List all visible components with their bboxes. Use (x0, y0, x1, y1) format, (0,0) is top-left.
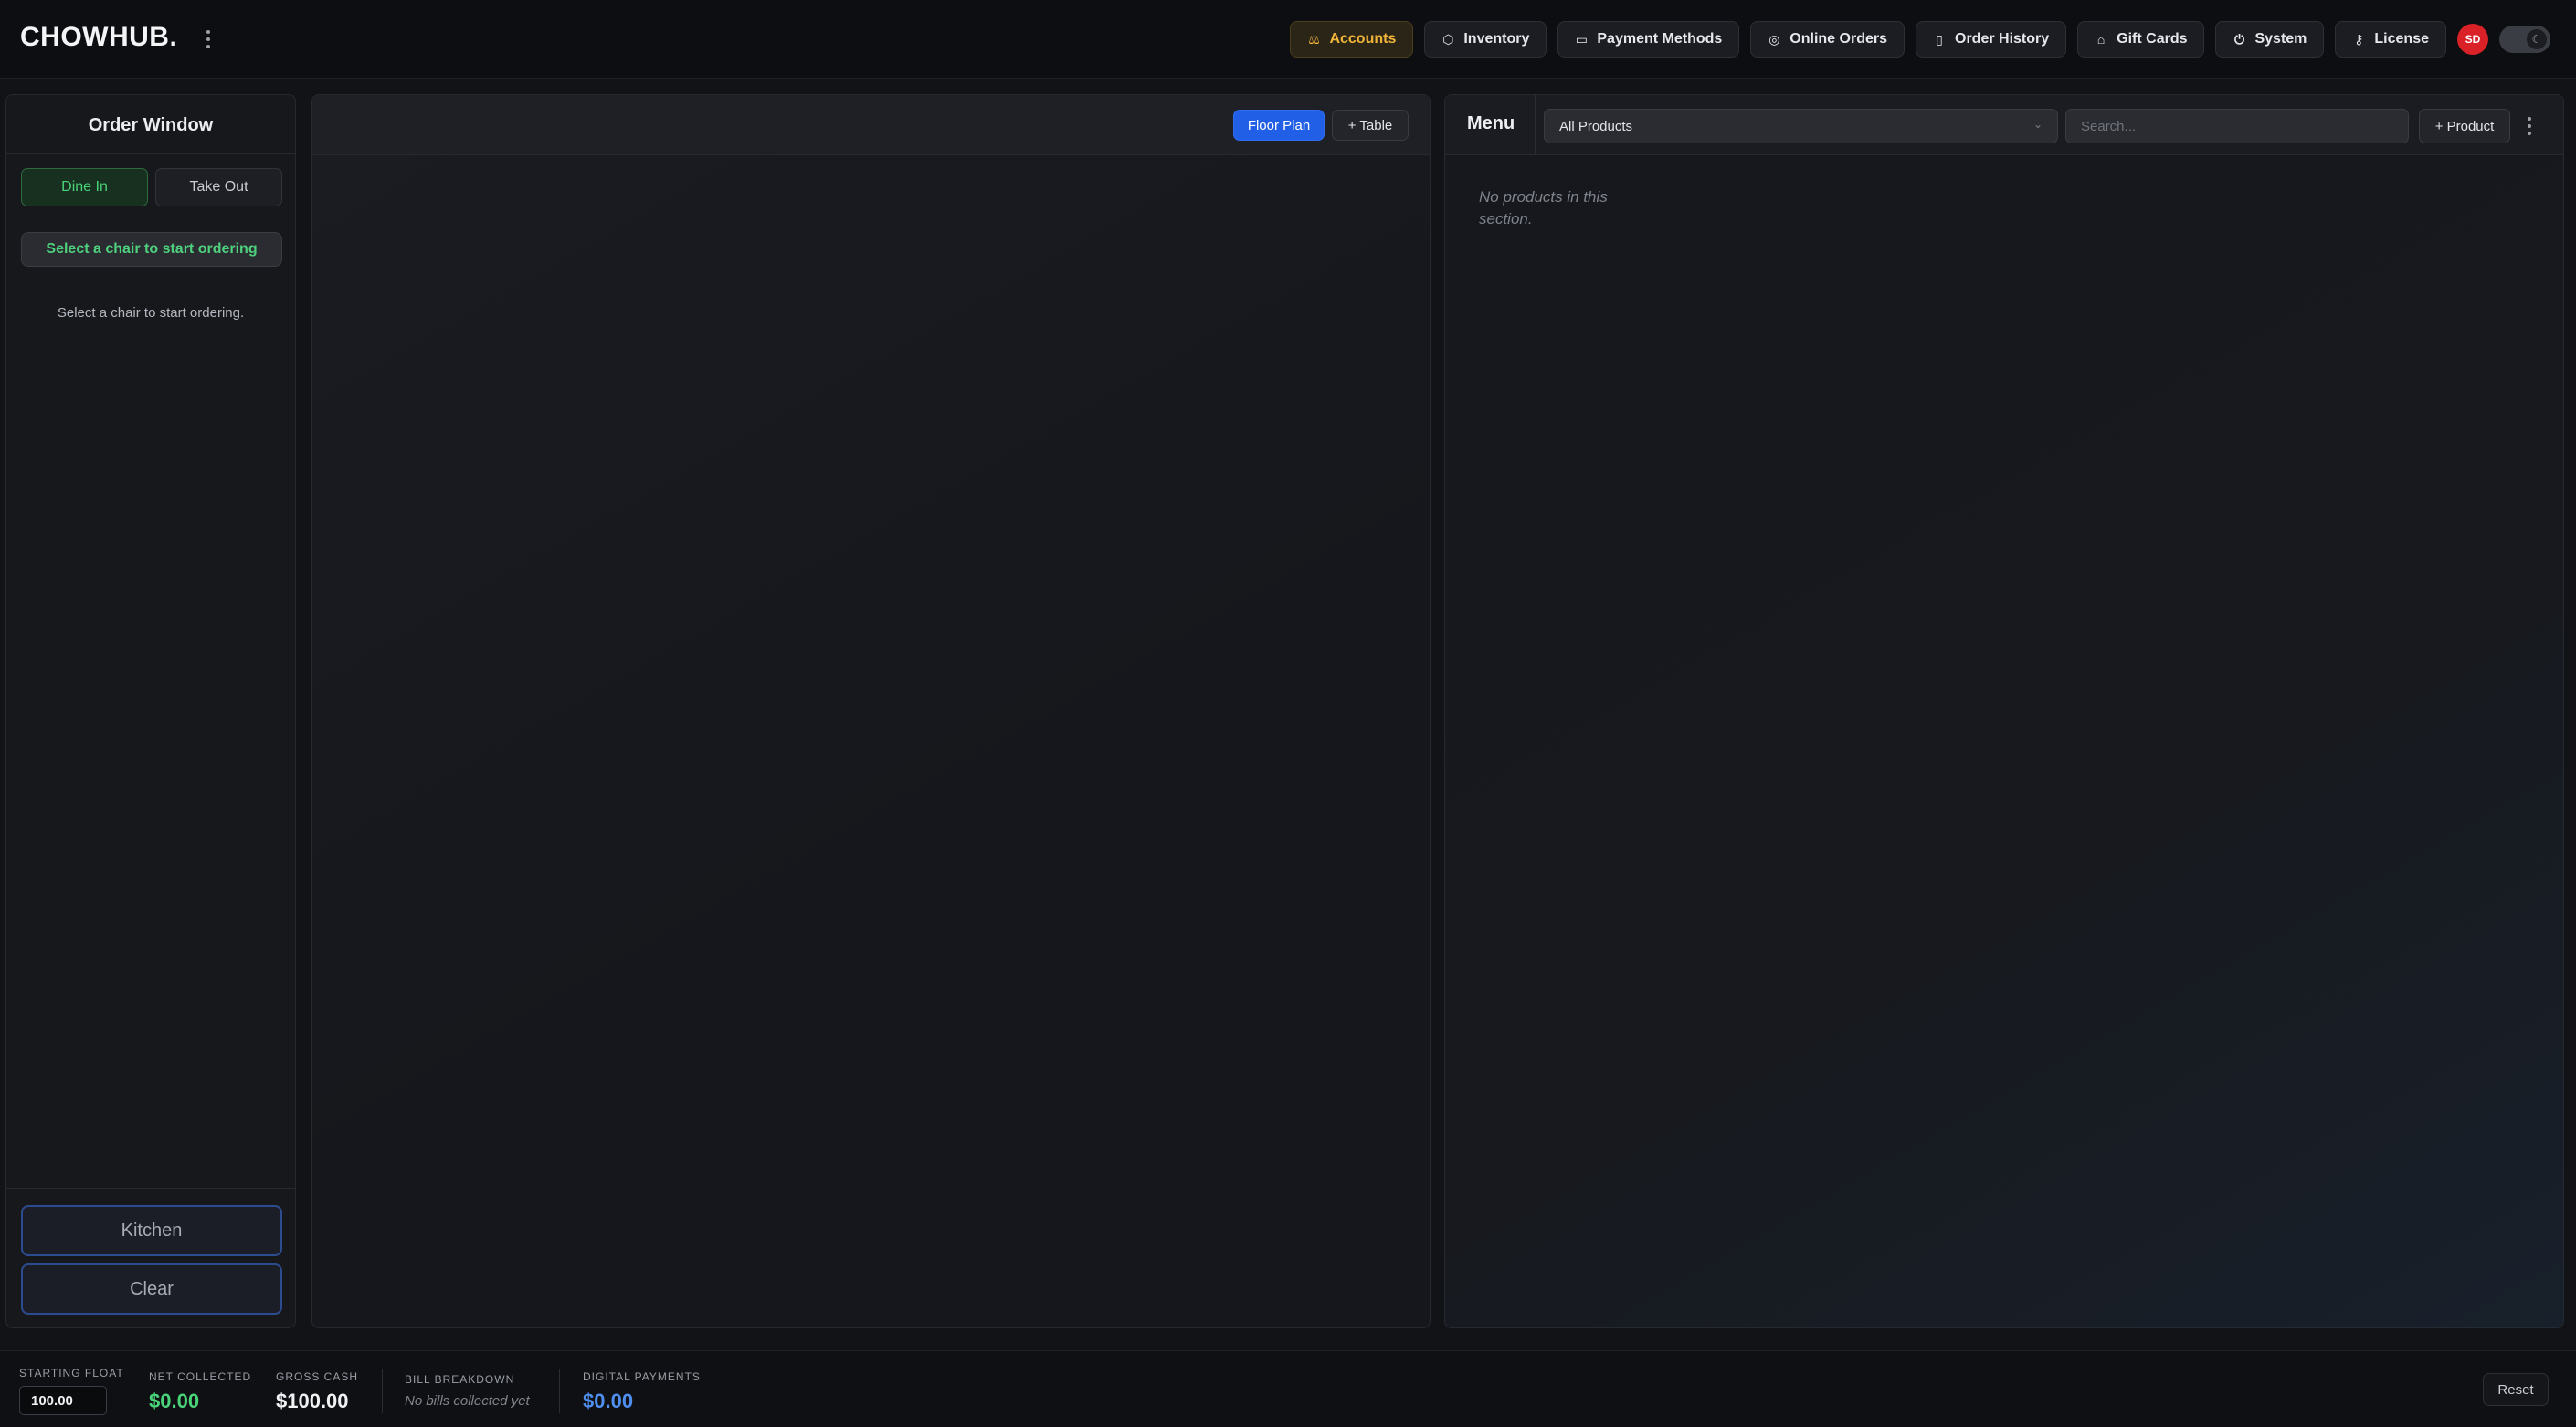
key-icon: ⚷ (2354, 31, 2364, 47)
divider (382, 1369, 383, 1413)
nav-label: Inventory (1463, 31, 1530, 47)
menu-title: Menu (1467, 113, 1515, 133)
take-out-button[interactable]: Take Out (155, 168, 282, 206)
app-menu-kebab-icon[interactable] (199, 27, 217, 51)
add-table-button[interactable]: + Table (1332, 110, 1409, 141)
nav-order-history-button[interactable]: ▯ Order History (1916, 21, 2067, 58)
top-bar: CHOWHUB. ⚖ Accounts ⬡ Inventory ▭ Paymen… (0, 0, 2576, 79)
gift-icon: ⌂ (2096, 32, 2106, 47)
cash-summary-footer: STARTING FLOAT NET COLLECTED $0.00 GROSS… (0, 1350, 2576, 1427)
product-search-input[interactable] (2065, 109, 2409, 143)
floor-plan-panel[interactable]: Floor Plan + Table (311, 94, 1431, 1328)
divider (1535, 95, 1536, 155)
category-select-value: All Products (1559, 118, 1633, 134)
nav-label: Order History (1955, 31, 2050, 47)
power-icon: ⏻ (2233, 31, 2245, 47)
nav-system-button[interactable]: ⏻ System (2215, 21, 2325, 58)
floor-plan-header: Floor Plan + Table (312, 95, 1430, 155)
reset-button[interactable]: Reset (2483, 1373, 2549, 1406)
nav-gift-cards-button[interactable]: ⌂ Gift Cards (2077, 21, 2205, 58)
digital-payments-value: $0.00 (583, 1390, 634, 1412)
nav-online-orders-button[interactable]: ◎ Online Orders (1750, 21, 1905, 58)
order-empty-message: Select a chair to start ordering. (57, 305, 245, 321)
box-icon: ⬡ (1442, 31, 1454, 47)
nav-label: License (2374, 31, 2429, 47)
no-products-message: No products in this section. (1479, 188, 1608, 227)
main-nav: ⚖ Accounts ⬡ Inventory ▭ Payment Methods… (1290, 21, 2550, 58)
menu-header: Menu All Products ⌄ + Product (1445, 95, 2563, 155)
theme-toggle[interactable]: ☾ (2499, 26, 2550, 53)
chevron-down-icon: ⌄ (2032, 118, 2043, 131)
gross-cash-value: $100.00 (276, 1390, 349, 1412)
gross-cash-label: GROSS CASH (276, 1370, 359, 1383)
accounts-icon: ⚖ (1308, 31, 1320, 47)
net-collected-value: $0.00 (149, 1390, 200, 1412)
starting-float-label: STARTING FLOAT (19, 1367, 124, 1379)
moon-icon: ☾ (2527, 29, 2547, 49)
divider (6, 153, 295, 154)
globe-icon: ◎ (1768, 31, 1780, 47)
nav-label: Payment Methods (1597, 31, 1723, 47)
dine-in-button[interactable]: Dine In (21, 168, 148, 206)
order-window-panel: Order Window Dine In Take Out Select a c… (5, 94, 296, 1328)
nav-accounts-button[interactable]: ⚖ Accounts (1290, 21, 1414, 58)
digital-payments-label: DIGITAL PAYMENTS (583, 1370, 701, 1383)
divider (6, 1188, 295, 1189)
add-product-button[interactable]: + Product (2419, 109, 2510, 143)
bill-breakdown-note: No bills collected yet (405, 1393, 530, 1409)
nav-label: Gift Cards (2117, 31, 2188, 47)
category-select[interactable]: All Products ⌄ (1544, 109, 2058, 143)
menu-panel: Menu All Products ⌄ + Product No product… (1444, 94, 2564, 1328)
nav-license-button[interactable]: ⚷ License (2335, 21, 2446, 58)
select-chair-banner: Select a chair to start ordering (21, 232, 282, 267)
divider (559, 1369, 560, 1413)
order-mode-toggle: Dine In Take Out (21, 168, 282, 206)
clipboard-icon: ▯ (1936, 31, 1943, 47)
card-icon: ▭ (1575, 31, 1588, 47)
kitchen-button[interactable]: Kitchen (21, 1205, 282, 1256)
order-window-title: Order Window (88, 115, 214, 135)
starting-float-input[interactable] (19, 1386, 107, 1415)
nav-label: Accounts (1329, 31, 1397, 47)
nav-label: System (2254, 31, 2307, 47)
bill-breakdown-label: BILL BREAKDOWN (405, 1373, 515, 1386)
app-logo[interactable]: CHOWHUB. (20, 22, 177, 53)
floor-plan-button[interactable]: Floor Plan (1233, 110, 1325, 141)
user-avatar[interactable]: SD (2457, 24, 2488, 55)
menu-options-kebab-icon[interactable] (2523, 113, 2536, 139)
clear-button[interactable]: Clear (21, 1263, 282, 1315)
net-collected-label: NET COLLECTED (149, 1370, 252, 1383)
nav-inventory-button[interactable]: ⬡ Inventory (1424, 21, 1547, 58)
nav-label: Online Orders (1789, 31, 1887, 47)
nav-payment-methods-button[interactable]: ▭ Payment Methods (1557, 21, 1740, 58)
